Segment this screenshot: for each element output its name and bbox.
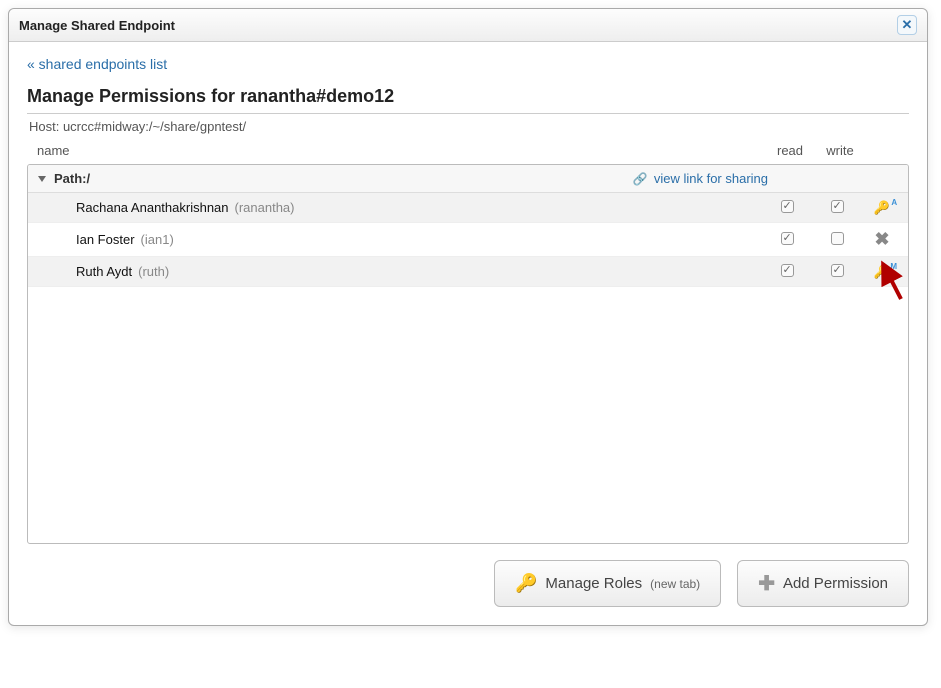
column-headers: name read write (27, 139, 909, 164)
col-header-name: name (37, 143, 765, 158)
manage-roles-label: Manage Roles (545, 575, 642, 592)
add-permission-button[interactable]: ✚ Add Permission (737, 560, 909, 607)
table-row: Ian Foster (ian1) ✖ (28, 223, 908, 257)
permissions-table: Path:/ 🔗 view link for sharing Rachana A… (27, 164, 909, 544)
table-row: Ruth Aydt (ruth) 🔑 (28, 257, 908, 287)
path-label: Path:/ (54, 171, 90, 186)
read-checkbox[interactable] (781, 264, 794, 277)
user-name: Rachana Ananthakrishnan (76, 200, 229, 215)
read-checkbox[interactable] (781, 232, 794, 245)
dialog-title: Manage Shared Endpoint (19, 18, 175, 33)
manage-roles-button[interactable]: 🔑 Manage Roles (new tab) (494, 560, 721, 607)
permissions-table-area: Path:/ 🔗 view link for sharing Rachana A… (27, 164, 909, 544)
link-icon: 🔗 (633, 172, 648, 186)
write-checkbox[interactable] (831, 264, 844, 277)
shared-endpoints-backlink[interactable]: « shared endpoints list (27, 56, 167, 72)
user-id: (ruth) (138, 264, 169, 279)
chevron-down-icon (38, 176, 46, 182)
user-id: (ian1) (141, 232, 174, 247)
plus-icon: ✚ (758, 571, 775, 596)
manage-shared-endpoint-dialog: Manage Shared Endpoint ✕ « shared endpoi… (8, 8, 928, 626)
remove-user-icon[interactable]: ✖ (874, 229, 889, 249)
footer-buttons: 🔑 Manage Roles (new tab) ✚ Add Permissio… (27, 560, 909, 607)
user-name: Ruth Aydt (76, 264, 132, 279)
key-icon: 🔑 (515, 573, 537, 594)
callout-arrow-icon (871, 254, 911, 304)
col-header-write: write (815, 143, 865, 158)
host-path-text: Host: ucrcc#midway:/~/share/gpntest/ (27, 113, 909, 139)
read-checkbox[interactable] (781, 200, 794, 213)
table-row: Rachana Ananthakrishnan (ranantha) 🔑 (28, 193, 908, 223)
write-checkbox[interactable] (831, 232, 844, 245)
user-name: Ian Foster (76, 232, 135, 247)
dialog-content: « shared endpoints list Manage Permissio… (9, 42, 927, 625)
add-permission-label: Add Permission (783, 575, 888, 592)
close-button[interactable]: ✕ (897, 15, 917, 35)
dialog-titlebar: Manage Shared Endpoint ✕ (9, 9, 927, 42)
view-link-for-sharing[interactable]: view link for sharing (654, 171, 768, 186)
access-manager-key-icon[interactable]: 🔑 (874, 200, 890, 215)
user-id: (ranantha) (235, 200, 295, 215)
write-checkbox[interactable] (831, 200, 844, 213)
close-icon: ✕ (902, 17, 913, 33)
col-header-read: read (765, 143, 815, 158)
path-row[interactable]: Path:/ 🔗 view link for sharing (28, 165, 908, 193)
page-title: Manage Permissions for ranantha#demo12 (27, 86, 909, 107)
manage-roles-sublabel: (new tab) (650, 577, 700, 591)
